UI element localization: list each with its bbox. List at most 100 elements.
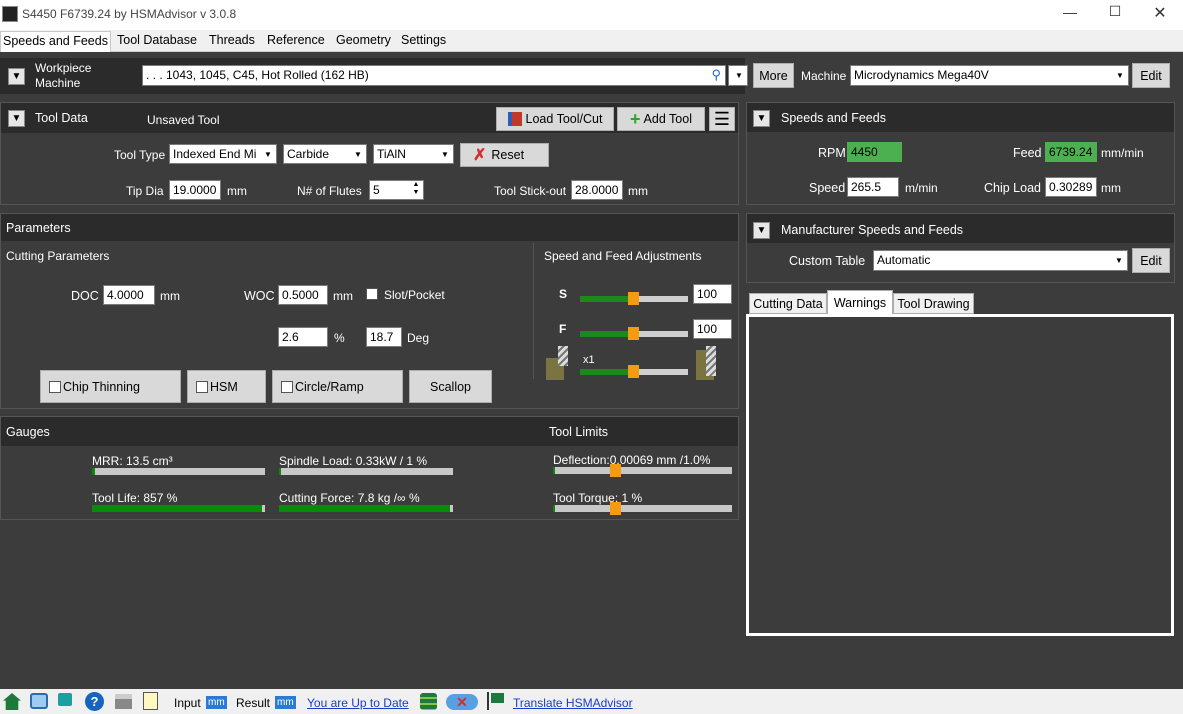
tool-life-gauge-fill [92,505,262,512]
chip-load-value[interactable]: 0.30289 [1045,177,1097,197]
tip-dia-unit: mm [227,184,247,198]
engagement-slider[interactable] [580,365,688,378]
slot-pocket-label: Slot/Pocket [384,288,445,302]
material-value: . . . 1043, 1045, C45, Hot Rolled (162 H… [146,68,369,82]
print-icon[interactable] [115,694,132,709]
database-icon[interactable] [420,693,437,710]
machine-value: Microdynamics Mega40V [854,68,989,82]
torque-gauge [553,502,732,515]
tool-life-gauge [92,505,265,512]
rpm-value[interactable]: 4450 [847,142,902,162]
tool-limits-title: Tool Limits [549,425,609,439]
speeds-feeds-collapse-toggle[interactable]: ▼ [753,110,770,127]
tab-cutting-data[interactable]: Cutting Data [749,293,827,314]
input-unit-label: Input [174,696,201,710]
doc-input[interactable]: 4.0000 [103,285,155,305]
conservative-tool-icon [696,346,722,380]
cloud-sync-icon[interactable]: ✕ [446,694,478,710]
tool-data-title: Tool Data [35,111,88,125]
deflection-limit-marker [610,464,621,477]
stepper-arrows-icon[interactable]: ▲ ▼ [410,181,422,197]
angle-input[interactable]: 18.7 [366,327,402,347]
help-icon[interactable]: ? [85,692,104,711]
chevron-down-icon: ▼ [354,149,362,159]
mrr-gauge-fill [92,468,96,475]
hsm-label: HSM [210,379,238,394]
feed-adjust-input[interactable]: 100 [693,319,732,339]
machine-edit-button[interactable]: Edit [1132,63,1170,88]
coating-select[interactable]: TiAlN ▼ [373,144,454,164]
translate-link[interactable]: Translate HSMAdvisor [513,696,633,710]
circle-ramp-toggle[interactable]: Circle/Ramp [272,370,403,403]
speed-slider-thumb[interactable] [628,292,639,305]
custom-table-select[interactable]: Automatic ▼ [873,250,1128,271]
manufacturer-collapse-toggle[interactable]: ▼ [753,222,770,239]
tab-warnings[interactable]: Warnings [827,290,893,314]
speed-slider-rest [634,296,688,302]
home-icon[interactable] [3,693,21,710]
maximize-button[interactable]: ☐ [1100,3,1130,20]
chip-thinning-toggle[interactable]: Chip Thinning [40,370,181,403]
comment-icon[interactable] [58,693,72,706]
s-label: S [559,287,568,301]
add-tool-button[interactable]: + Add Tool [617,107,705,131]
more-button[interactable]: More [753,63,794,88]
engagement-slider-fill [580,369,634,375]
chip-load-unit: mm [1101,181,1121,195]
result-unit-toggle[interactable]: mm [275,696,296,709]
load-tool-button[interactable]: Load Tool/Cut [496,107,614,131]
adjustments-title: Speed and Feed Adjustments [544,249,702,263]
scallop-button[interactable]: Scallop [409,370,492,403]
tab-speeds-and-feeds[interactable]: Speeds and Feeds [0,31,111,52]
tool-material-select[interactable]: Carbide ▼ [283,144,367,164]
custom-table-value: Automatic [877,253,931,267]
input-unit-toggle[interactable]: mm [206,696,227,709]
coating-value: TiAlN [377,147,406,161]
feed-slider[interactable] [580,327,688,340]
minimize-button[interactable]: — [1055,4,1085,20]
tab-settings[interactable]: Settings [399,33,448,47]
speed-slider[interactable] [580,292,688,305]
speed-value[interactable]: 265.5 [847,177,899,197]
tab-threads[interactable]: Threads [207,33,257,47]
stickout-label: Tool Stick-out [494,184,567,198]
tip-dia-input[interactable]: 19.0000 [169,180,221,200]
engagement-slider-thumb[interactable] [628,365,639,378]
add-tool-label: Add Tool [643,112,692,126]
speed-adjust-input[interactable]: 100 [693,284,732,304]
hsm-toggle[interactable]: HSM [187,370,266,403]
flutes-input[interactable]: 5 ▲ ▼ [369,180,424,200]
tab-reference[interactable]: Reference [265,33,327,47]
deflection-gauge [553,464,732,477]
reset-button[interactable]: ✗ Reset [460,143,549,167]
workpiece-collapse-toggle[interactable]: ▼ [8,68,25,85]
woc-percent-input[interactable]: 2.6 [278,327,328,347]
close-button[interactable]: ✕ [1145,3,1175,23]
notes-icon[interactable] [143,692,158,710]
tool-name: Unsaved Tool [147,113,220,127]
tool-data-collapse-toggle[interactable]: ▼ [8,110,25,127]
stickout-input[interactable]: 28.0000 [571,180,623,200]
tip-dia-label: Tip Dia [126,184,164,198]
menu-icon[interactable]: ☰ [709,107,735,131]
engagement-slider-rest [634,369,688,375]
slot-pocket-checkbox[interactable] [366,288,378,300]
custom-table-edit-button[interactable]: Edit [1132,248,1170,273]
tab-tool-drawing[interactable]: Tool Drawing [893,293,974,314]
feed-slider-thumb[interactable] [628,327,639,340]
update-status-link[interactable]: You are Up to Date [307,696,409,710]
material-search-input[interactable]: . . . 1043, 1045, C45, Hot Rolled (162 H… [142,65,726,86]
tool-type-select[interactable]: Indexed End Mi ▼ [169,144,277,164]
tab-geometry[interactable]: Geometry [334,33,393,47]
cutting-force-label: Cutting Force: 7.8 kg /∞ % [279,491,420,505]
woc-input[interactable]: 0.5000 [278,285,328,305]
material-dropdown-button[interactable]: ▼ [728,65,748,86]
chat-icon[interactable] [30,693,48,709]
torque-label: Tool Torque: 1 % [553,491,643,505]
feed-value[interactable]: 6739.24 [1045,142,1097,162]
tab-tool-database[interactable]: Tool Database [115,33,199,47]
warnings-content-area [746,314,1174,636]
machine-select[interactable]: Microdynamics Mega40V ▼ [850,65,1129,86]
search-icon[interactable]: ⚲ [711,67,721,83]
flag-icon[interactable] [487,692,504,710]
